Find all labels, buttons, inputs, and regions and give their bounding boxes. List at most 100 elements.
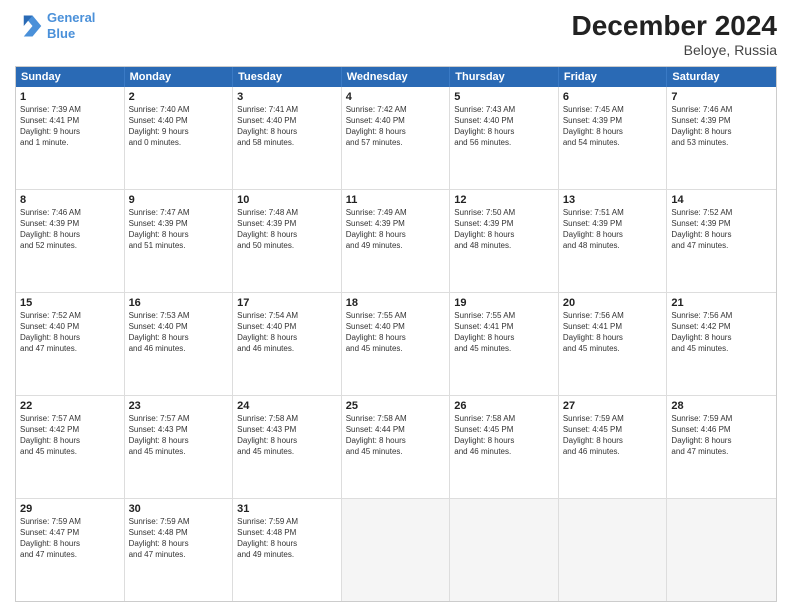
day-info: Sunrise: 7:52 AMSunset: 4:40 PMDaylight:…	[20, 311, 120, 354]
cal-cell: 28Sunrise: 7:59 AMSunset: 4:46 PMDayligh…	[667, 396, 776, 498]
day-number: 5	[454, 90, 554, 104]
day-info: Sunrise: 7:55 AMSunset: 4:40 PMDaylight:…	[346, 311, 446, 354]
cal-cell: 24Sunrise: 7:58 AMSunset: 4:43 PMDayligh…	[233, 396, 342, 498]
day-info: Sunrise: 7:58 AMSunset: 4:43 PMDaylight:…	[237, 414, 337, 457]
page: General Blue December 2024 Beloye, Russi…	[0, 0, 792, 612]
cal-week-row: 22Sunrise: 7:57 AMSunset: 4:42 PMDayligh…	[16, 395, 776, 498]
day-number: 19	[454, 296, 554, 310]
cal-cell: 15Sunrise: 7:52 AMSunset: 4:40 PMDayligh…	[16, 293, 125, 395]
cal-cell: 16Sunrise: 7:53 AMSunset: 4:40 PMDayligh…	[125, 293, 234, 395]
day-number: 2	[129, 90, 229, 104]
day-info: Sunrise: 7:59 AMSunset: 4:48 PMDaylight:…	[129, 517, 229, 560]
day-number: 15	[20, 296, 120, 310]
cal-cell: 3Sunrise: 7:41 AMSunset: 4:40 PMDaylight…	[233, 87, 342, 189]
day-info: Sunrise: 7:43 AMSunset: 4:40 PMDaylight:…	[454, 105, 554, 148]
day-number: 12	[454, 193, 554, 207]
cal-header-day: Tuesday	[233, 67, 342, 87]
day-info: Sunrise: 7:54 AMSunset: 4:40 PMDaylight:…	[237, 311, 337, 354]
calendar: SundayMondayTuesdayWednesdayThursdayFrid…	[15, 66, 777, 602]
cal-cell: 4Sunrise: 7:42 AMSunset: 4:40 PMDaylight…	[342, 87, 451, 189]
day-number: 16	[129, 296, 229, 310]
day-info: Sunrise: 7:42 AMSunset: 4:40 PMDaylight:…	[346, 105, 446, 148]
cal-cell: 21Sunrise: 7:56 AMSunset: 4:42 PMDayligh…	[667, 293, 776, 395]
day-info: Sunrise: 7:46 AMSunset: 4:39 PMDaylight:…	[671, 105, 772, 148]
day-number: 21	[671, 296, 772, 310]
day-info: Sunrise: 7:58 AMSunset: 4:45 PMDaylight:…	[454, 414, 554, 457]
cal-cell: 10Sunrise: 7:48 AMSunset: 4:39 PMDayligh…	[233, 190, 342, 292]
day-info: Sunrise: 7:46 AMSunset: 4:39 PMDaylight:…	[20, 208, 120, 251]
cal-header-day: Wednesday	[342, 67, 451, 87]
day-info: Sunrise: 7:41 AMSunset: 4:40 PMDaylight:…	[237, 105, 337, 148]
cal-header-day: Saturday	[667, 67, 776, 87]
day-number: 23	[129, 399, 229, 413]
day-number: 29	[20, 502, 120, 516]
day-info: Sunrise: 7:59 AMSunset: 4:48 PMDaylight:…	[237, 517, 337, 560]
cal-cell: 19Sunrise: 7:55 AMSunset: 4:41 PMDayligh…	[450, 293, 559, 395]
cal-cell: 18Sunrise: 7:55 AMSunset: 4:40 PMDayligh…	[342, 293, 451, 395]
cal-cell: 7Sunrise: 7:46 AMSunset: 4:39 PMDaylight…	[667, 87, 776, 189]
day-info: Sunrise: 7:53 AMSunset: 4:40 PMDaylight:…	[129, 311, 229, 354]
day-number: 26	[454, 399, 554, 413]
day-info: Sunrise: 7:59 AMSunset: 4:47 PMDaylight:…	[20, 517, 120, 560]
day-number: 18	[346, 296, 446, 310]
cal-cell: 11Sunrise: 7:49 AMSunset: 4:39 PMDayligh…	[342, 190, 451, 292]
cal-cell: 9Sunrise: 7:47 AMSunset: 4:39 PMDaylight…	[125, 190, 234, 292]
cal-week-row: 29Sunrise: 7:59 AMSunset: 4:47 PMDayligh…	[16, 498, 776, 601]
day-info: Sunrise: 7:56 AMSunset: 4:41 PMDaylight:…	[563, 311, 663, 354]
day-info: Sunrise: 7:52 AMSunset: 4:39 PMDaylight:…	[671, 208, 772, 251]
logo: General Blue	[15, 10, 95, 41]
cal-cell: 23Sunrise: 7:57 AMSunset: 4:43 PMDayligh…	[125, 396, 234, 498]
day-info: Sunrise: 7:47 AMSunset: 4:39 PMDaylight:…	[129, 208, 229, 251]
title-section: December 2024 Beloye, Russia	[572, 10, 777, 58]
cal-cell: 30Sunrise: 7:59 AMSunset: 4:48 PMDayligh…	[125, 499, 234, 601]
day-number: 24	[237, 399, 337, 413]
cal-cell: 27Sunrise: 7:59 AMSunset: 4:45 PMDayligh…	[559, 396, 668, 498]
day-number: 4	[346, 90, 446, 104]
day-number: 3	[237, 90, 337, 104]
day-info: Sunrise: 7:49 AMSunset: 4:39 PMDaylight:…	[346, 208, 446, 251]
subtitle: Beloye, Russia	[572, 42, 777, 58]
logo-text: General Blue	[47, 10, 95, 41]
day-number: 17	[237, 296, 337, 310]
day-number: 1	[20, 90, 120, 104]
cal-week-row: 1Sunrise: 7:39 AMSunset: 4:41 PMDaylight…	[16, 87, 776, 189]
cal-cell: 31Sunrise: 7:59 AMSunset: 4:48 PMDayligh…	[233, 499, 342, 601]
cal-cell: 14Sunrise: 7:52 AMSunset: 4:39 PMDayligh…	[667, 190, 776, 292]
day-number: 13	[563, 193, 663, 207]
day-info: Sunrise: 7:50 AMSunset: 4:39 PMDaylight:…	[454, 208, 554, 251]
day-number: 28	[671, 399, 772, 413]
day-info: Sunrise: 7:39 AMSunset: 4:41 PMDaylight:…	[20, 105, 120, 148]
day-info: Sunrise: 7:51 AMSunset: 4:39 PMDaylight:…	[563, 208, 663, 251]
cal-cell	[342, 499, 451, 601]
day-info: Sunrise: 7:59 AMSunset: 4:45 PMDaylight:…	[563, 414, 663, 457]
day-number: 10	[237, 193, 337, 207]
cal-cell: 12Sunrise: 7:50 AMSunset: 4:39 PMDayligh…	[450, 190, 559, 292]
day-number: 14	[671, 193, 772, 207]
day-info: Sunrise: 7:55 AMSunset: 4:41 PMDaylight:…	[454, 311, 554, 354]
day-info: Sunrise: 7:40 AMSunset: 4:40 PMDaylight:…	[129, 105, 229, 148]
logo-icon	[15, 12, 43, 40]
header: General Blue December 2024 Beloye, Russi…	[15, 10, 777, 58]
cal-cell: 22Sunrise: 7:57 AMSunset: 4:42 PMDayligh…	[16, 396, 125, 498]
cal-cell: 5Sunrise: 7:43 AMSunset: 4:40 PMDaylight…	[450, 87, 559, 189]
cal-week-row: 15Sunrise: 7:52 AMSunset: 4:40 PMDayligh…	[16, 292, 776, 395]
cal-header-day: Friday	[559, 67, 668, 87]
logo-general: General	[47, 10, 95, 25]
cal-cell: 1Sunrise: 7:39 AMSunset: 4:41 PMDaylight…	[16, 87, 125, 189]
cal-cell: 6Sunrise: 7:45 AMSunset: 4:39 PMDaylight…	[559, 87, 668, 189]
cal-week-row: 8Sunrise: 7:46 AMSunset: 4:39 PMDaylight…	[16, 189, 776, 292]
day-number: 20	[563, 296, 663, 310]
cal-cell: 29Sunrise: 7:59 AMSunset: 4:47 PMDayligh…	[16, 499, 125, 601]
cal-cell: 8Sunrise: 7:46 AMSunset: 4:39 PMDaylight…	[16, 190, 125, 292]
day-info: Sunrise: 7:48 AMSunset: 4:39 PMDaylight:…	[237, 208, 337, 251]
day-info: Sunrise: 7:56 AMSunset: 4:42 PMDaylight:…	[671, 311, 772, 354]
cal-cell: 26Sunrise: 7:58 AMSunset: 4:45 PMDayligh…	[450, 396, 559, 498]
cal-cell	[450, 499, 559, 601]
day-number: 9	[129, 193, 229, 207]
day-number: 22	[20, 399, 120, 413]
calendar-header: SundayMondayTuesdayWednesdayThursdayFrid…	[16, 67, 776, 87]
day-number: 30	[129, 502, 229, 516]
cal-header-day: Monday	[125, 67, 234, 87]
cal-header-day: Sunday	[16, 67, 125, 87]
day-number: 11	[346, 193, 446, 207]
